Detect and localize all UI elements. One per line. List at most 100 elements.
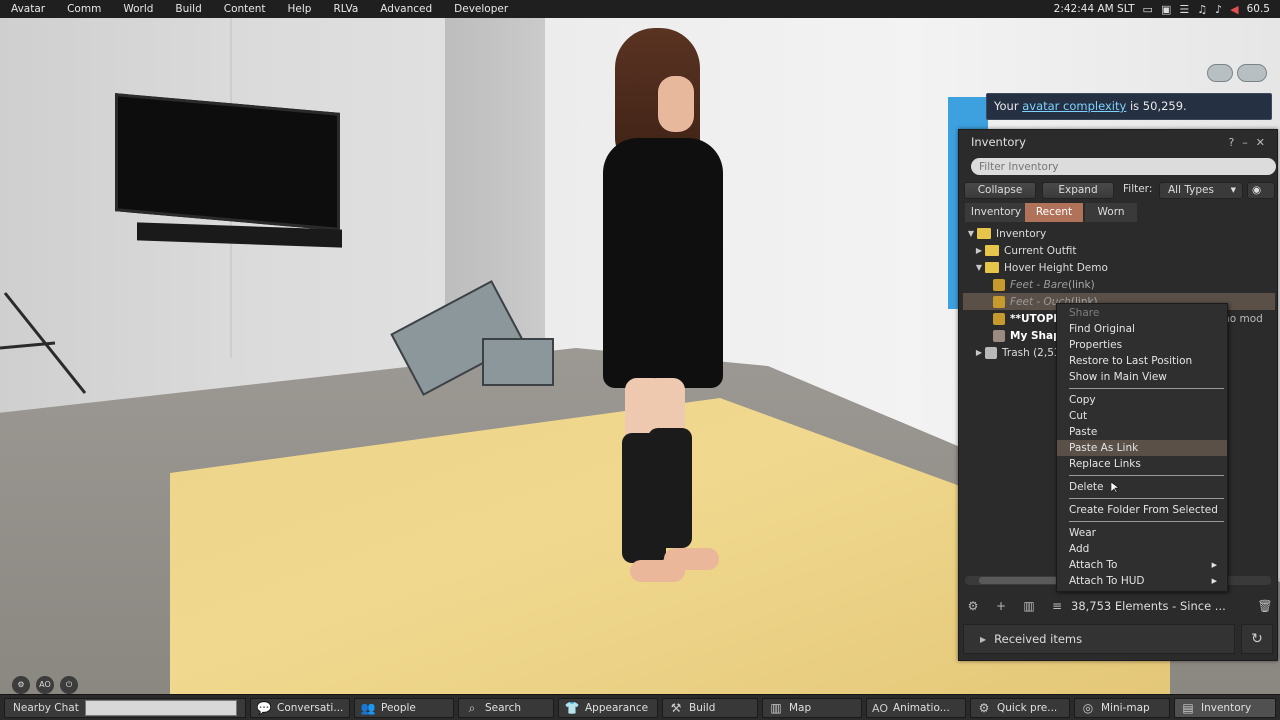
camera-cube-icon[interactable] — [1207, 64, 1233, 82]
menu-avatar[interactable]: Avatar — [0, 3, 56, 15]
menu-world[interactable]: World — [112, 3, 164, 15]
volume-icon[interactable]: ◀ — [1230, 3, 1238, 16]
add-icon[interactable]: + — [987, 599, 1015, 613]
ao-toggle[interactable]: AO — [36, 676, 54, 694]
expand-button[interactable]: Expand — [1042, 182, 1114, 199]
crate-small — [482, 338, 554, 386]
tab-worn[interactable]: Worn — [1085, 203, 1137, 222]
help-icon[interactable]: ? — [1228, 136, 1234, 149]
list-icon[interactable]: ≡ — [1043, 599, 1071, 613]
scrollbar-thumb[interactable] — [979, 577, 1064, 584]
menu-item-create-folder-from-selected[interactable]: Create Folder From Selected — [1057, 502, 1227, 518]
inventory-titlebar[interactable]: Inventory ? – ✕ — [959, 130, 1277, 154]
bottom-toolbar: Nearby Chat 💬 Conversati... 👥 People ⌕ Sear… — [0, 694, 1280, 720]
inventory-context-menu: Share Find Original Properties Restore t… — [1056, 303, 1228, 592]
ao-controls: ⚙ AO ⏻ — [12, 676, 78, 694]
animation-overrider-button[interactable]: AO Animatio... — [866, 698, 966, 718]
menu-item-copy[interactable]: Copy — [1057, 392, 1227, 408]
collapse-arrow-icon: ▶ — [975, 246, 983, 255]
filter-inventory-input[interactable] — [971, 158, 1276, 175]
people-icon: 👥 — [360, 701, 376, 715]
filter-label: Filter: — [1123, 183, 1153, 195]
menu-help[interactable]: Help — [277, 3, 323, 15]
menu-separator — [1069, 498, 1224, 499]
tree-row-inventory[interactable]: ▼ Inventory — [963, 225, 1275, 242]
menu-separator — [1069, 388, 1224, 389]
tab-recent[interactable]: Recent — [1025, 203, 1083, 222]
menu-item-restore-to-last-position[interactable]: Restore to Last Position — [1057, 353, 1227, 369]
gear-icon[interactable]: ⚙ — [959, 599, 987, 613]
tab-inventory[interactable]: Inventory — [965, 203, 1027, 222]
tree-row-feet-bare[interactable]: Feet - Bare (link) — [963, 276, 1275, 293]
tree-row-current-outfit[interactable]: ▶ Current Outfit — [963, 242, 1275, 259]
menu-item-replace-links[interactable]: Replace Links — [1057, 456, 1227, 472]
map-button[interactable]: ▥ Map — [762, 698, 862, 718]
avatar-complexity-link[interactable]: avatar complexity — [1022, 99, 1126, 113]
menu-item-attach-to-hud[interactable]: Attach To HUD ▶ — [1057, 573, 1227, 589]
menu-item-paste-as-link[interactable]: Paste As Link — [1057, 440, 1227, 456]
easel — [0, 292, 87, 394]
collapse-arrow-icon: ▶ — [980, 634, 987, 644]
power-icon[interactable]: ⏻ — [60, 676, 78, 694]
close-icon[interactable]: ✕ — [1256, 136, 1265, 149]
gear-icon[interactable]: ⚙ — [12, 676, 30, 694]
filter-type-dropdown[interactable]: All Types ▼ — [1159, 182, 1243, 199]
shirt-icon: 👕 — [564, 701, 580, 715]
collapse-arrow-icon: ▶ — [975, 348, 983, 357]
object-icon — [993, 278, 1005, 291]
inventory-title: Inventory — [971, 135, 1026, 149]
menu-rlva[interactable]: RLVa — [322, 3, 369, 15]
camera-pill-icon[interactable] — [1237, 64, 1267, 82]
collapse-button[interactable]: Collapse — [964, 182, 1036, 199]
voice-icon[interactable]: ♪ — [1215, 3, 1222, 16]
quick-preferences-button[interactable]: ⚙ Quick pre... — [970, 698, 1070, 718]
received-items-panel[interactable]: ▶ Received items — [963, 624, 1235, 654]
menu-item-find-original[interactable]: Find Original — [1057, 321, 1227, 337]
menu-item-paste[interactable]: Paste — [1057, 424, 1227, 440]
menu-item-wear[interactable]: Wear — [1057, 525, 1227, 541]
minimize-icon[interactable]: – — [1242, 136, 1248, 149]
search-button[interactable]: ⌕ Search — [458, 698, 554, 718]
submenu-arrow-icon: ▶ — [1211, 561, 1217, 569]
inventory-button[interactable]: ▤ Inventory — [1174, 698, 1276, 718]
appearance-button[interactable]: 👕 Appearance — [558, 698, 658, 718]
eye-icon: ◉ — [1252, 184, 1262, 196]
menu-item-share[interactable]: Share — [1057, 305, 1227, 321]
menu-item-properties[interactable]: Properties — [1057, 337, 1227, 353]
menu-separator — [1069, 521, 1224, 522]
menu-item-show-in-main-view[interactable]: Show in Main View — [1057, 369, 1227, 385]
show-panel-icon[interactable]: ▥ — [1015, 599, 1043, 613]
shape-icon — [993, 329, 1005, 342]
trash-icon[interactable]: 🗑 — [1251, 599, 1279, 613]
hammer-icon: ⚒ — [670, 701, 682, 715]
top-menu-bar: Avatar Comm World Build Content Help RLV… — [0, 0, 1280, 18]
media-icon[interactable]: ▣ — [1161, 3, 1171, 16]
menu-item-delete[interactable]: Delete — [1057, 479, 1227, 495]
nearby-chat-button[interactable]: Nearby Chat — [13, 702, 79, 714]
submenu-arrow-icon: ▶ — [1211, 577, 1217, 585]
people-button[interactable]: 👥 People — [354, 698, 454, 718]
build-button[interactable]: ⚒ Build — [662, 698, 758, 718]
menu-item-add[interactable]: Add — [1057, 541, 1227, 557]
refresh-icon[interactable]: ↻ — [1241, 624, 1273, 654]
conversations-button[interactable]: 💬 Conversati... — [250, 698, 350, 718]
chat-input[interactable] — [85, 700, 237, 716]
menu-developer[interactable]: Developer — [443, 3, 519, 15]
menu-advanced[interactable]: Advanced — [369, 3, 443, 15]
folder-icon — [985, 245, 999, 256]
view-options-dropdown[interactable]: ◉ — [1247, 182, 1275, 199]
tree-row-hover-height-demo[interactable]: ▼ Hover Height Demo — [963, 259, 1275, 276]
quick-prefs-icon: ⚙ — [978, 701, 990, 715]
stream-icon[interactable]: ☰ — [1179, 3, 1189, 16]
menu-item-cut[interactable]: Cut — [1057, 408, 1227, 424]
wallet-icon[interactable]: ▭ — [1143, 3, 1153, 16]
menu-build[interactable]: Build — [164, 3, 212, 15]
menu-comm[interactable]: Comm — [56, 3, 112, 15]
menu-content[interactable]: Content — [213, 3, 277, 15]
mini-map-button[interactable]: ◎ Mini-map — [1074, 698, 1170, 718]
object-icon — [993, 295, 1005, 308]
folder-icon — [977, 228, 991, 239]
music-icon[interactable]: ♫ — [1197, 3, 1207, 16]
menu-separator — [1069, 475, 1224, 476]
menu-item-attach-to[interactable]: Attach To ▶ — [1057, 557, 1227, 573]
